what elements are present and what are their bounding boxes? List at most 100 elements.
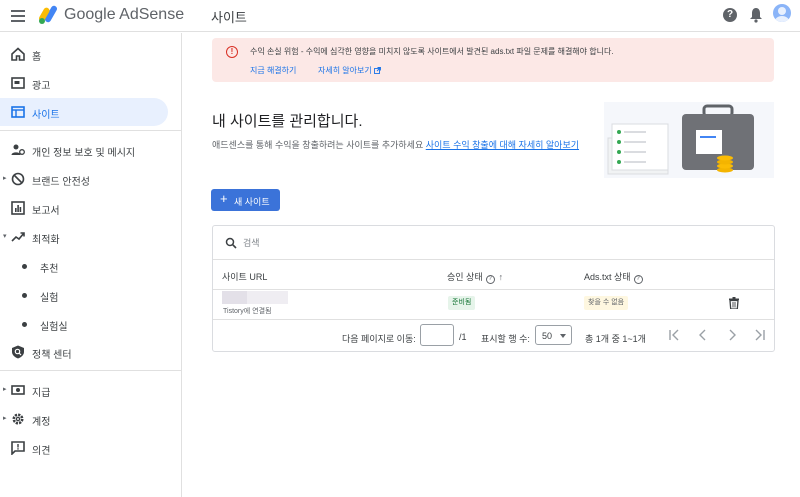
sidebar-item-label: 홈 (32, 52, 42, 63)
sidebar-item-policy-center[interactable]: 정책 센터 (0, 338, 168, 366)
payments-icon (11, 385, 25, 395)
sidebar-subitem-labs[interactable]: 실험실 (0, 310, 168, 338)
column-label: 승인 상태 (447, 272, 483, 282)
site-url-source: Tistory에 연결됨 (223, 308, 272, 315)
sidebar-item-label: 추천 (40, 264, 59, 275)
help-icon[interactable]: ? (723, 8, 737, 22)
column-header-site-url: 사이트 URL (222, 270, 267, 283)
sidebar-item-ads[interactable]: 광고 (0, 69, 168, 97)
new-site-label: 새 사이트 (234, 197, 270, 207)
fix-now-link[interactable]: 지금 해결하기 (250, 65, 296, 76)
sidebar-item-label: 개인 정보 보호 및 메시지 (32, 148, 136, 159)
sidebar-item-privacy[interactable]: 개인 정보 보호 및 메시지 (0, 136, 168, 164)
optimize-icon (11, 232, 25, 242)
alert-message: 수익 손실 위험 - 수익에 심각한 영향을 미치지 않도록 사이트에서 발견된… (250, 47, 614, 56)
column-header-ads-txt-status: Ads.txt 상태? (584, 270, 643, 284)
previous-page-icon[interactable] (697, 328, 709, 342)
site-url-redacted[interactable] (222, 291, 288, 304)
sidebar-item-label: 실험 (40, 293, 59, 304)
sidebar-subitem-recommendations[interactable]: 추천 (0, 252, 168, 280)
sidebar-item-brand-safety[interactable]: ▸ 브랜드 안전성 (0, 165, 168, 193)
table-search-bar (213, 226, 774, 260)
sidebar-item-home[interactable]: 홈 (0, 40, 168, 68)
goto-page-label: 다음 페이지로 이동: (342, 334, 416, 344)
learn-monetization-link[interactable]: 사이트 수익 창출에 대해 자세히 알아보기 (426, 140, 579, 150)
rows-per-page-select[interactable]: 50 (535, 325, 572, 345)
sidebar-item-label: 실험실 (40, 322, 68, 333)
sidebar-item-label: 광고 (32, 81, 51, 92)
collapse-caret-icon[interactable]: ▾ (3, 232, 7, 240)
goto-page-input[interactable] (420, 324, 454, 346)
sidebar-item-label: 브랜드 안전성 (32, 177, 90, 188)
pagination-range: 총 1개 중 1~1개 (585, 334, 646, 344)
sidebar-subitem-experiments[interactable]: 실험 (0, 281, 168, 309)
sidebar-item-label: 의견 (32, 446, 51, 457)
help-icon[interactable]: ? (633, 275, 643, 284)
menu-icon[interactable] (10, 8, 26, 24)
next-page-icon[interactable] (726, 328, 738, 342)
row-divider (213, 319, 774, 320)
sidebar-item-optimize[interactable]: ▾ 최적화 (0, 223, 168, 251)
policy-icon (12, 345, 24, 359)
sidebar-item-label: 최적화 (32, 235, 60, 246)
notification-bell-icon[interactable] (749, 7, 763, 23)
delete-trash-icon[interactable] (729, 297, 739, 309)
column-label: Ads.txt 상태 (584, 272, 631, 282)
page-total: /1 (459, 332, 467, 342)
sidebar-item-payments[interactable]: ▸ 지급 (0, 376, 168, 404)
expand-caret-icon[interactable]: ▸ (3, 414, 7, 422)
adsense-logo (39, 5, 57, 24)
open-in-new-icon (374, 67, 381, 74)
error-icon: ! (226, 46, 238, 58)
help-icon[interactable]: ? (485, 275, 495, 284)
expand-caret-icon[interactable]: ▸ (3, 385, 7, 393)
brand-name: Google AdSense (64, 6, 185, 23)
first-page-icon[interactable] (668, 328, 680, 342)
sidebar-divider (0, 130, 182, 131)
sidebar-item-label: 보고서 (32, 206, 60, 217)
new-site-button[interactable]: + 새 사이트 (211, 189, 280, 211)
sidebar: 홈 광고 사이트 개인 정보 보호 및 메시지 ▸ 브랜드 안전성 보고서 ▾ … (0, 33, 182, 497)
sidebar-item-label: 지급 (32, 388, 51, 399)
ads-icon (11, 77, 25, 89)
header-divider (213, 289, 774, 290)
avatar[interactable] (773, 4, 791, 22)
chevron-down-icon (560, 334, 566, 338)
rows-per-page-value: 50 (542, 331, 553, 341)
expand-caret-icon[interactable]: ▸ (3, 174, 7, 182)
sites-illustration (604, 102, 774, 178)
privacy-icon (11, 144, 25, 155)
column-header-approval-status[interactable]: 승인 상태? ↑ (447, 270, 503, 284)
ads-txt-status-badge: 찾을 수 없음 (584, 296, 629, 310)
learn-more-link[interactable]: 자세히 알아보기 (318, 65, 381, 76)
ads-txt-alert-banner: ! 수익 손실 위험 - 수익에 심각한 영향을 미치지 않도록 사이트에서 발… (212, 38, 774, 82)
top-app-bar: Google AdSense 사이트 ? (0, 0, 800, 32)
reports-icon (11, 201, 25, 215)
sidebar-item-reports[interactable]: 보고서 (0, 194, 168, 222)
approval-status-badge: 준비됨 (448, 296, 476, 310)
column-label: 사이트 URL (222, 272, 268, 282)
bullet-icon (22, 264, 27, 269)
rows-per-page-label: 표시할 행 수: (481, 334, 530, 344)
bullet-icon (22, 293, 27, 298)
learn-more-label: 자세히 알아보기 (318, 66, 372, 75)
plus-icon: + (220, 191, 228, 206)
block-icon (11, 172, 25, 186)
feedback-icon (11, 441, 25, 455)
sites-icon (11, 106, 25, 118)
bullet-icon (22, 322, 27, 327)
home-icon (11, 47, 25, 61)
sidebar-divider (0, 370, 182, 371)
last-page-icon[interactable] (754, 328, 766, 342)
page-title: 사이트 (211, 10, 247, 25)
sidebar-item-account[interactable]: ▸ 계정 (0, 405, 168, 433)
sort-arrow-icon[interactable]: ↑ (499, 272, 504, 282)
sidebar-item-label: 계정 (32, 417, 51, 428)
description-text: 애드센스를 통해 수익을 창출하려는 사이트를 추가하세요 (212, 140, 426, 150)
sidebar-item-label: 사이트 (32, 110, 60, 121)
sidebar-item-sites[interactable]: 사이트 (0, 98, 168, 126)
search-input[interactable] (243, 235, 723, 251)
sites-table: 사이트 URL 승인 상태? ↑ Ads.txt 상태? Tistory에 연결됨… (212, 225, 775, 352)
sidebar-item-feedback[interactable]: 의견 (0, 434, 168, 462)
sites-heading: 내 사이트를 관리합니다. (212, 113, 363, 130)
